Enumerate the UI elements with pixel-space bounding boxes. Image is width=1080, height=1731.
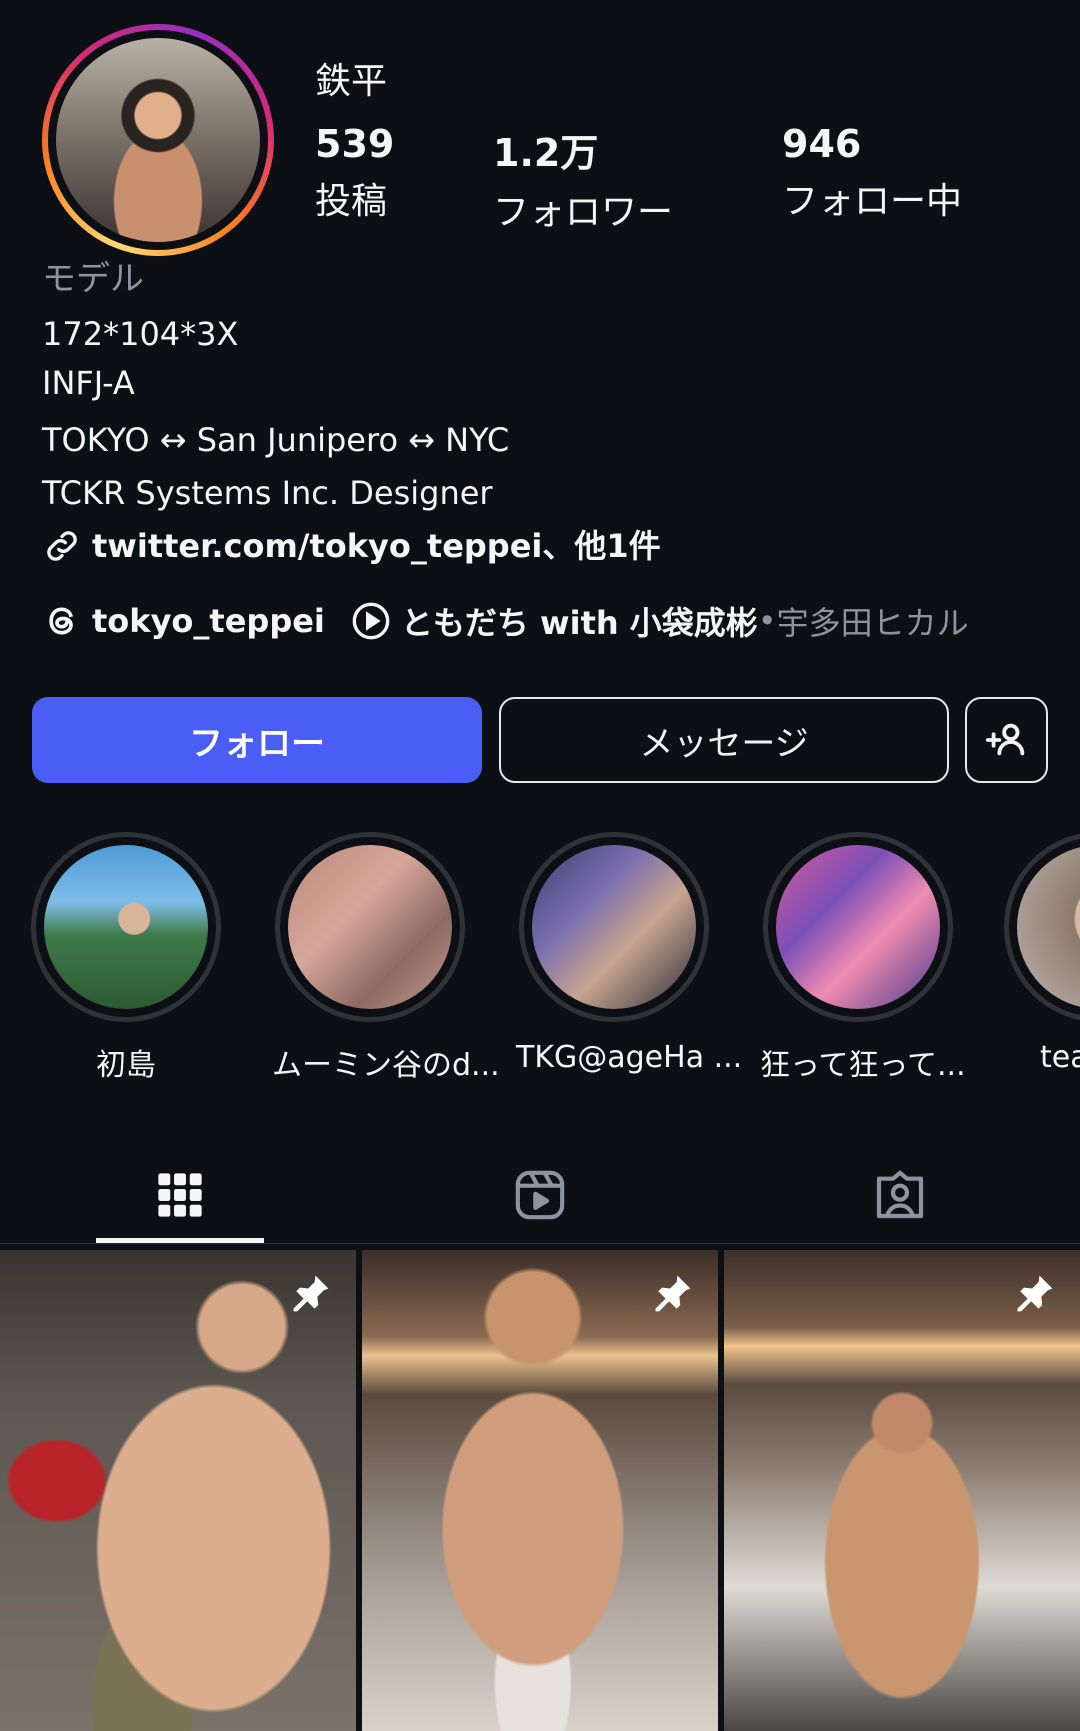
bio-link[interactable]: twitter.com/tokyo_teppei、他1件 [42,526,661,566]
follow-button[interactable]: フォロー [32,697,482,783]
highlight-cover [776,845,940,1009]
threads-badge[interactable]: tokyo_teppei [42,601,325,641]
post-image [724,1250,1080,1731]
post-thumbnail[interactable] [724,1250,1080,1731]
pin-icon [655,1275,691,1312]
stat-followers-label: フォロワー [493,192,674,233]
profile-category: モデル [42,259,144,299]
stat-following[interactable]: 946 フォロー中 [782,122,962,224]
bio-link-text: twitter.com/tokyo_teppei、他1件 [92,527,661,565]
highlight-cover [1017,845,1080,1009]
avatar-photo [56,38,260,242]
post-thumbnail[interactable] [0,1250,356,1731]
profile-music[interactable]: ともだち with 小袋成彬 • 宇多田ヒカル [351,598,969,644]
link-icon [47,531,77,561]
post-image [362,1250,718,1731]
highlight-label: tea [1040,1040,1080,1075]
tab-posts-grid[interactable] [96,1150,264,1240]
bio-line: TOKYO ↔ San Junipero ↔ NYC [42,421,510,459]
threads-icon [49,607,73,635]
highlight-item[interactable]: ムーミン谷のd... [272,832,500,1084]
tab-tagged[interactable] [816,1150,984,1240]
reels-icon [515,1170,565,1220]
bio-line: TCKR Systems Inc. Designer [42,474,493,512]
stat-followers[interactable]: 1.2万 フォロワー [493,122,673,235]
pin-icon [1017,1275,1053,1312]
highlight-label: TKG@ageHa ... [516,1040,743,1075]
stat-posts-label: 投稿 [315,181,388,222]
music-title: ともだち with 小袋成彬 [400,604,758,642]
stat-followers-value: 1.2万 [493,131,599,175]
post-image [0,1250,356,1731]
music-separator: • [757,602,777,640]
post-thumbnail[interactable] [362,1250,718,1731]
threads-handle: tokyo_teppei [92,602,325,640]
highlight-cover [44,845,208,1009]
tab-reels[interactable] [456,1150,624,1240]
tab-divider [0,1243,1080,1244]
tagged-icon [876,1170,924,1219]
stat-posts[interactable]: 539 投稿 [315,122,394,224]
highlight-cover [532,845,696,1009]
add-person-icon [985,723,1024,756]
profile-avatar[interactable] [42,24,274,256]
suggest-users-button[interactable] [965,697,1048,783]
highlight-item[interactable]: 狂って狂って... [760,832,966,1084]
highlight-label: 狂って狂って... [760,1048,966,1083]
play-circle-icon [352,602,390,640]
message-button[interactable]: メッセージ [499,697,949,783]
bio-line: 172*104*3X [42,315,239,353]
pin-icon [293,1275,329,1312]
highlight-cover [288,845,452,1009]
highlight-item[interactable]: TKG@ageHa ... [516,832,743,1075]
highlight-label: 初島 [96,1048,156,1083]
profile-name: 鉄平 [315,61,388,102]
highlight-label: ムーミン谷のd... [272,1048,500,1083]
stat-following-label: フォロー中 [782,181,963,222]
bio-line: INFJ-A [42,364,135,402]
grid-icon [158,1173,202,1217]
highlight-item[interactable]: 初島 [28,832,224,1084]
highlight-item[interactable]: tea [1004,832,1080,1075]
music-artist: 宇多田ヒカル [776,604,969,642]
stat-posts-value: 539 [315,122,395,166]
stat-following-value: 946 [782,122,862,166]
